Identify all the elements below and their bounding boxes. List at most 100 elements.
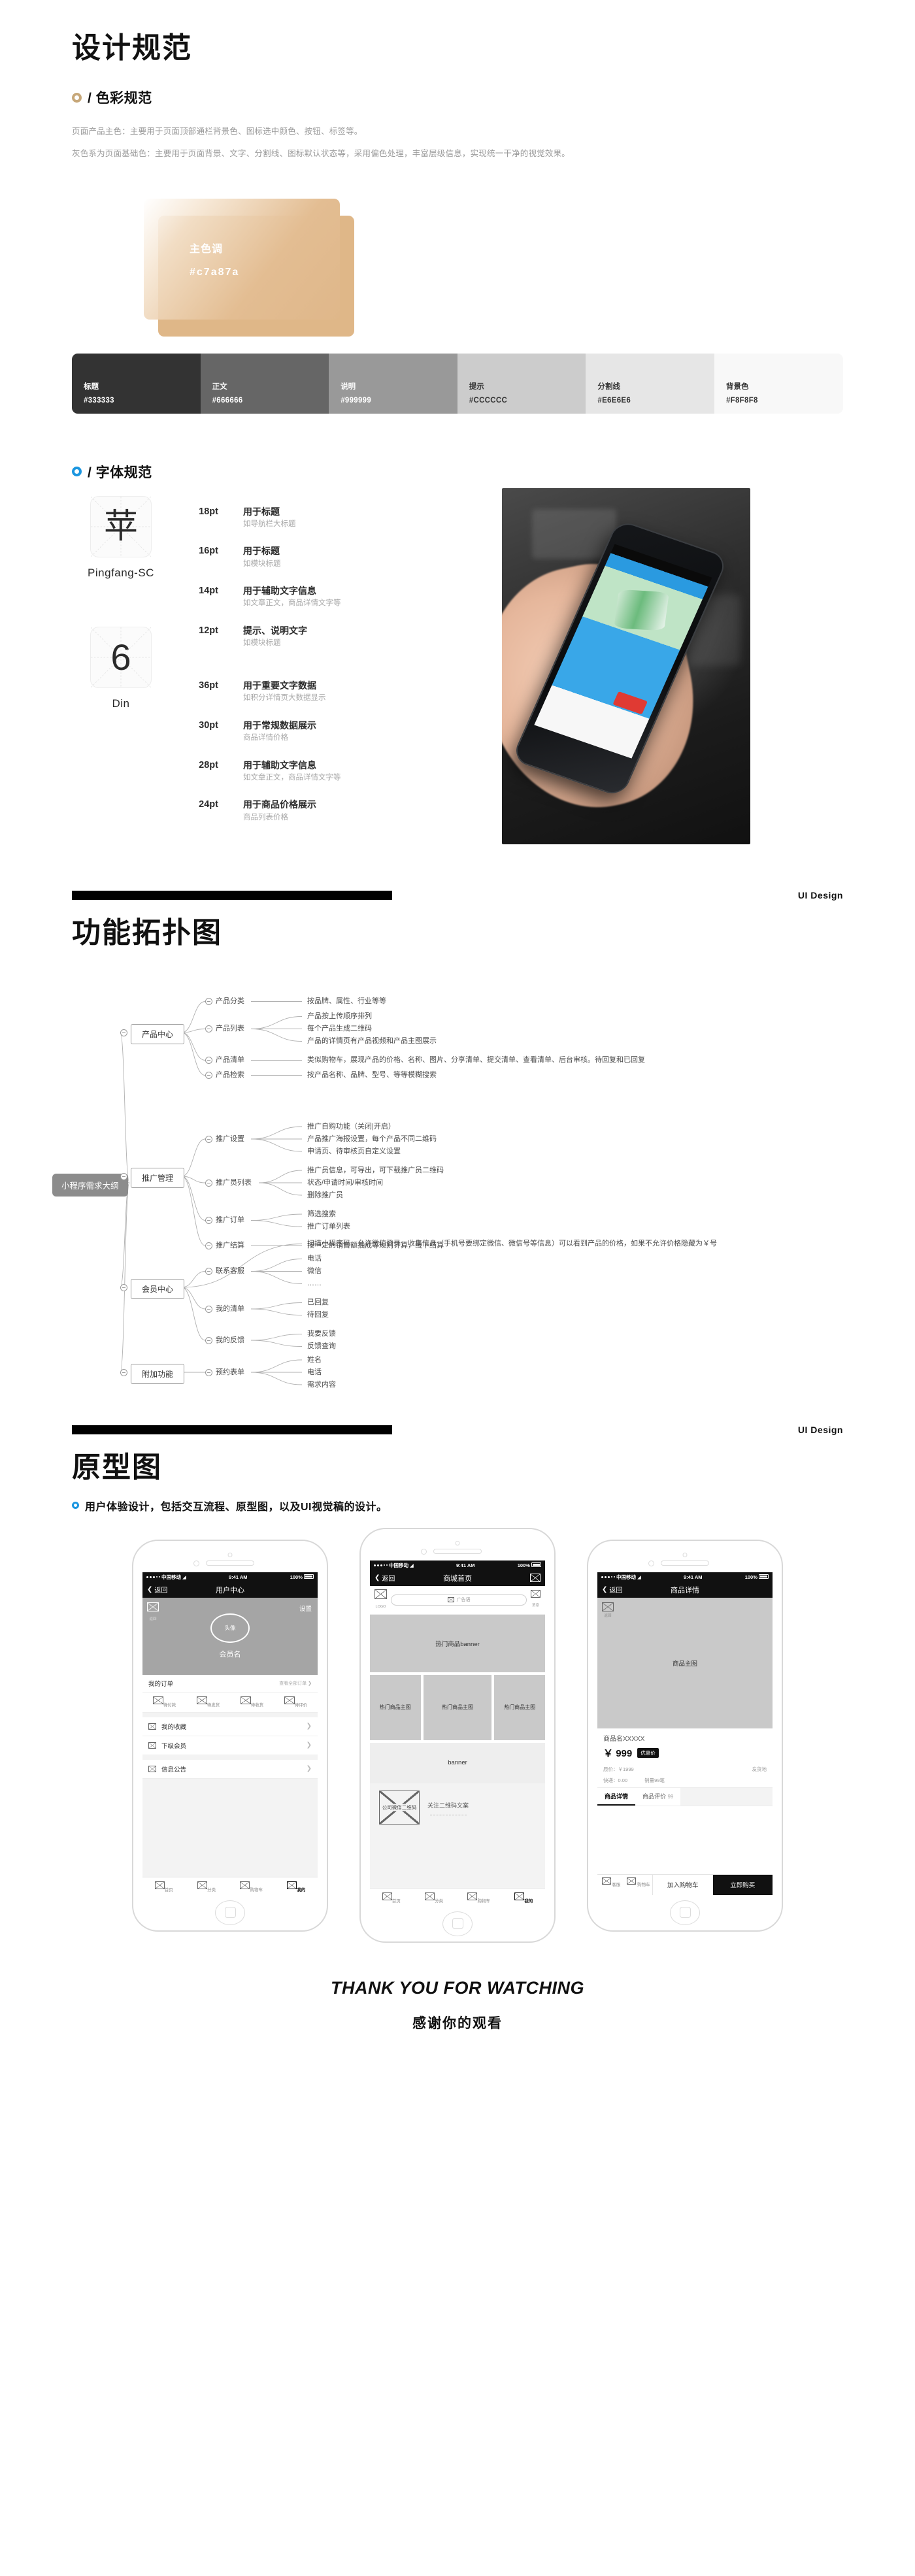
tab-0[interactable]: 首页	[154, 1881, 173, 1892]
mindmap-collapse-icon[interactable]	[205, 1268, 212, 1275]
phone2-carrier-label: 中国移动	[389, 1562, 408, 1568]
list-item[interactable]: 信息公告 ❯	[142, 1760, 318, 1779]
mindmap-link	[250, 1016, 303, 1029]
qr-code-box: 公司微信二维码	[379, 1790, 420, 1825]
mindmap-leaf: 扫描小程序码，允许微信登录，收集信息（手机号要绑定微信、微信号等信息）可以看到产…	[307, 1240, 717, 1247]
phone2-mid-banner[interactable]: banner	[370, 1742, 545, 1783]
home-button[interactable]	[215, 1900, 245, 1925]
tab-3[interactable]: 我的	[287, 1881, 305, 1892]
menu-icon[interactable]	[530, 1574, 541, 1582]
mindmap-leaf: 推广自购功能（关闭|开启）	[307, 1122, 395, 1131]
gray-swatch: 背景色 #F8F8F8	[714, 353, 843, 414]
mindmap-collapse-icon[interactable]	[205, 1368, 212, 1376]
mindmap-child: 推广员列表	[216, 1178, 252, 1187]
mindmap-collapse-icon[interactable]	[205, 1217, 212, 1224]
home-button-3[interactable]	[670, 1900, 700, 1925]
mindmap-collapse-icon[interactable]	[205, 1135, 212, 1143]
tab-2[interactable]: 购物车	[467, 1892, 490, 1904]
tab-label: 首页	[391, 1898, 401, 1904]
tab-0[interactable]: 首页	[382, 1892, 401, 1904]
band-label-2: UI Design	[797, 1424, 843, 1435]
mindmap-collapse-icon[interactable]	[120, 1283, 127, 1291]
mindmap-collapse-icon[interactable]	[205, 1057, 212, 1064]
tab-icon	[287, 1881, 297, 1889]
gray-swatch-name: 背景色	[725, 382, 749, 391]
detail-tab[interactable]: 商品详情	[597, 1788, 636, 1806]
mindmap-leaf: 状态/申请时间/审核时间	[307, 1178, 384, 1187]
phone2-tabbar: 首页 分类 购物车 我的	[370, 1887, 545, 1906]
order-state-item[interactable]: 待付款	[152, 1696, 176, 1708]
ring-bullet-blue-2-icon	[72, 1502, 79, 1509]
wifi-icon-3: ◢	[637, 1574, 641, 1580]
phone3-main-image-label: 商品主图	[672, 1660, 697, 1668]
phone2-message-button[interactable]: 消息	[531, 1590, 541, 1610]
order-state-item[interactable]: 待评价	[284, 1696, 307, 1708]
list-item-icon	[148, 1723, 156, 1730]
front-camera-icon-2	[455, 1540, 460, 1545]
mindmap-collapse-icon[interactable]	[120, 1029, 127, 1036]
tab-3[interactable]: 我的	[514, 1892, 533, 1904]
order-state-item[interactable]: 待发货	[196, 1696, 220, 1708]
font-size-note: 如模块标题	[243, 639, 281, 648]
customer-service-button[interactable]: 客服	[597, 1875, 625, 1895]
product-tile[interactable]: 热门商品主图	[370, 1674, 421, 1740]
tab-1[interactable]: 分类	[197, 1881, 216, 1892]
mindmap-collapse-icon[interactable]	[120, 1368, 127, 1376]
avatar[interactable]: 头像	[210, 1613, 250, 1643]
order-state-label: 待付款	[163, 1702, 176, 1708]
cart-button[interactable]: 购物车	[625, 1875, 652, 1895]
product-bottle	[614, 589, 670, 631]
mindmap-child: 产品清单	[216, 1056, 244, 1064]
font-size-group: 18pt 用于标题 如导航栏大标题 16pt 用于标题 如模块标题 14pt 用于辅助文字信息…	[183, 505, 490, 650]
topology-title: 功能拓扑图	[72, 916, 222, 949]
product-tile[interactable]: 热门商品主图	[423, 1674, 492, 1740]
order-state-label: 待发货	[207, 1702, 220, 1708]
add-to-cart-button[interactable]: 加入购物车	[652, 1874, 713, 1895]
mindmap-leaf: 按产品名称、品牌、型号、等等模糊搜索	[307, 1071, 437, 1079]
mindmap-leaf: 产品的详情页有产品视频和产品主图展示	[307, 1037, 437, 1045]
mindmap-collapse-icon[interactable]	[205, 998, 212, 1005]
home-button-2[interactable]	[442, 1911, 473, 1936]
page-title: 设计规范	[72, 32, 192, 64]
phone1-navbar: ❮ 返回 用户中心	[142, 1581, 318, 1598]
font-size-use: 用于标题	[243, 506, 280, 517]
list-item[interactable]: 下级会员 ❯	[142, 1736, 318, 1755]
avatar-label: 头像	[224, 1625, 236, 1631]
phone1-carrier-label: 中国移动	[161, 1574, 181, 1580]
search-input[interactable]: 广告语	[391, 1594, 527, 1606]
mindmap-collapse-icon[interactable]	[205, 1305, 212, 1313]
mindmap-collapse-icon[interactable]	[205, 1242, 212, 1249]
phone2-top-banner[interactable]: 热门商品banner	[370, 1614, 545, 1672]
mindmap-child: 产品分类	[216, 997, 244, 1005]
tab-1[interactable]: 分类	[425, 1892, 443, 1904]
mindmap-collapse-icon[interactable]	[205, 1179, 212, 1187]
font-spec-body: 苹 Pingfang-SC 6 Din 18pt 用于标题 如导航栏大标题 16pt 用于标题…	[0, 487, 915, 844]
order-state-item[interactable]: 待收货	[240, 1696, 263, 1708]
mindmap-branch: 推广管理	[131, 1167, 185, 1188]
tab-icon	[514, 1892, 525, 1900]
phone1-order-row[interactable]: 我的订单 查看全部订单 ❯	[142, 1675, 318, 1693]
color-spec-section: 设计规范 / 色彩规范 页面产品主色：主要用于页面顶部通栏背景色、图标选中颜色、…	[0, 0, 915, 414]
phone2-navbar: ❮ 返回 商城首页	[370, 1570, 545, 1586]
detail-tab[interactable]: 商品评价 99	[635, 1788, 680, 1806]
mindmap-collapse-icon[interactable]	[205, 1025, 212, 1032]
tab-2[interactable]: 购物车	[240, 1881, 263, 1892]
phone1-menu-list: 我的收藏 ❯ 下级会员 ❯ 信息公告 ❯	[142, 1717, 318, 1779]
font-size-row: 36pt 用于重要文字数据 如积分详情页大数据显示	[183, 679, 490, 705]
mindmap-collapse-icon[interactable]	[120, 1172, 127, 1180]
mindmap-collapse-icon[interactable]	[205, 1072, 212, 1079]
mindmap-collapse-icon[interactable]	[205, 1336, 212, 1344]
phone3-main-image[interactable]: 返回 商品主图	[597, 1597, 773, 1728]
mindmap-link	[181, 1176, 206, 1183]
buy-now-button[interactable]: 立即购买	[712, 1874, 773, 1895]
list-item-icon	[148, 1742, 156, 1749]
earpiece-speaker	[206, 1560, 254, 1566]
tab-label: 购物车	[477, 1898, 490, 1904]
list-item[interactable]: 我的收藏 ❯	[142, 1717, 318, 1736]
product-tile[interactable]: 热门商品主图	[494, 1674, 545, 1740]
phone2-qr-caption: 关注二维码文案	[427, 1799, 469, 1815]
phone1-battery: 100%	[290, 1574, 314, 1580]
phone1-order-link[interactable]: 查看全部订单 ❯	[279, 1680, 312, 1687]
phone1-settings-button[interactable]: 设置	[299, 1604, 312, 1613]
phone3-battery: 100%	[745, 1574, 769, 1580]
